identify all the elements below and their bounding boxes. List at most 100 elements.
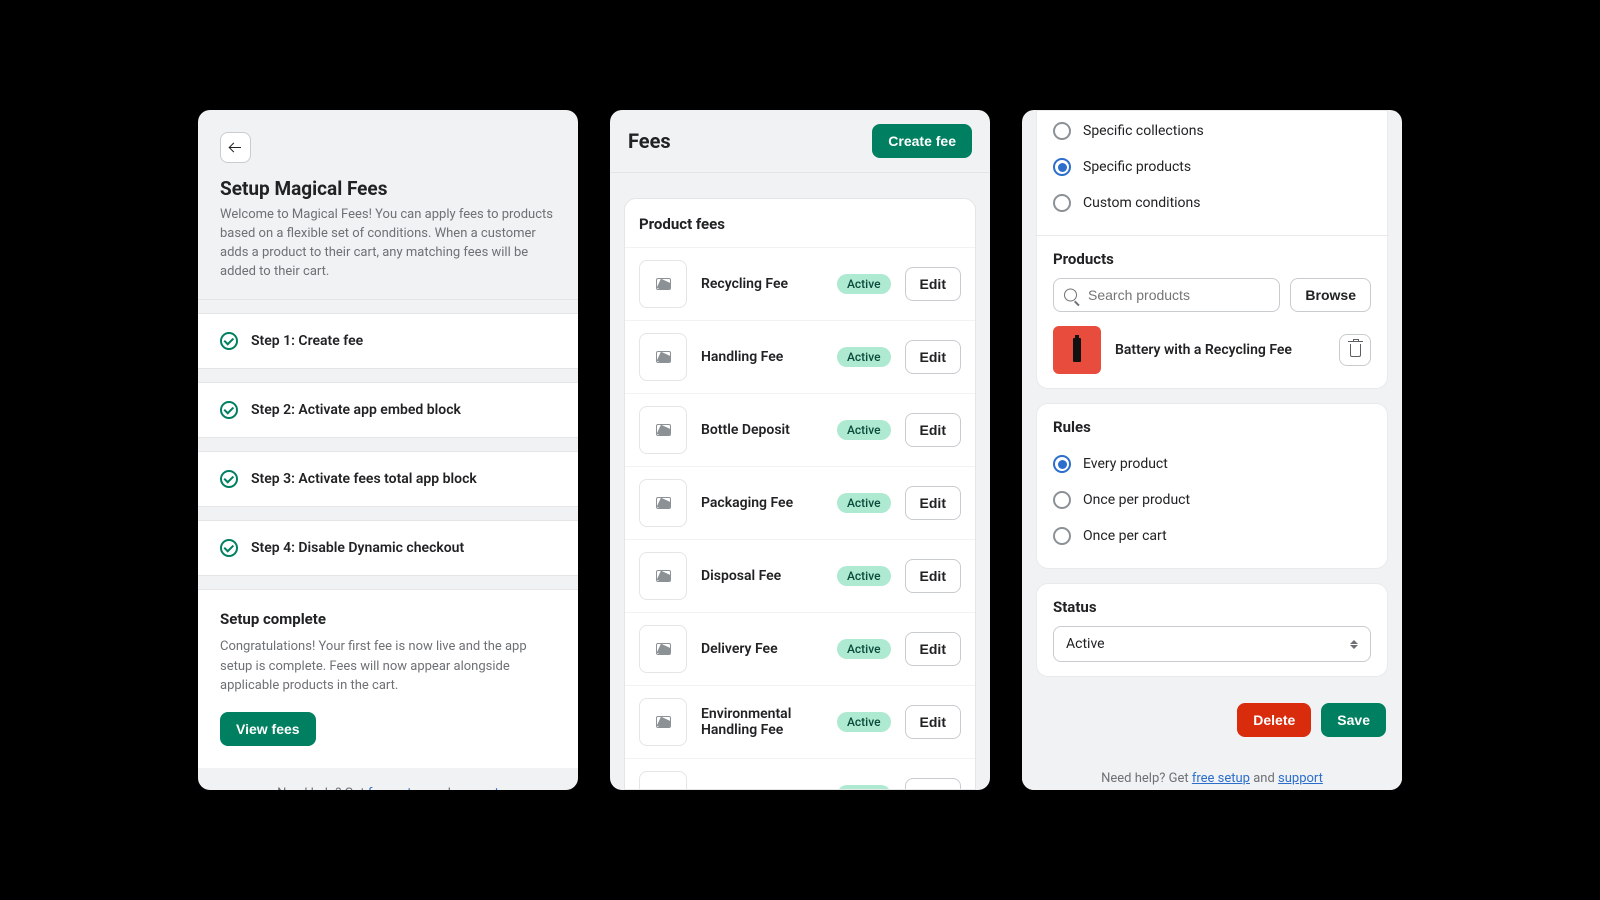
fee-edit-panel: Specific collections Specific products C… [1022,110,1402,790]
search-icon [1064,289,1077,302]
status-badge: Active [837,493,891,513]
status-badge: Active [837,712,891,732]
fee-row: Disposal Fee Active Edit [625,539,975,612]
fee-name: Disposal Fee [701,568,823,584]
status-badge: Active [837,347,891,367]
product-search-input[interactable] [1053,278,1280,312]
radio-icon [1053,122,1071,140]
view-fees-button[interactable]: View fees [220,712,316,746]
radio-icon [1053,527,1071,545]
step-row-3[interactable]: Step 3: Activate fees total app block [198,451,578,507]
product-name: Battery with a Recycling Fee [1115,342,1325,358]
fee-name: Setup Fee [701,787,823,790]
radio-icon [1053,194,1071,212]
save-button[interactable]: Save [1321,703,1386,737]
fee-name: Handling Fee [701,349,823,365]
free-setup-link[interactable]: free setup [368,786,426,790]
remove-product-button[interactable] [1339,334,1371,366]
radio-specific-products[interactable]: Specific products [1053,149,1371,185]
fee-thumbnail [639,698,687,746]
rules-heading: Rules [1053,418,1371,436]
radio-icon [1053,455,1071,473]
selected-product-row: Battery with a Recycling Fee [1053,326,1371,374]
edit-fee-button[interactable]: Edit [905,559,961,593]
status-select[interactable]: Active [1053,626,1371,662]
edit-fee-button[interactable]: Edit [905,705,961,739]
setup-panel: Setup Magical Fees Welcome to Magical Fe… [198,110,578,790]
check-circle-icon [220,332,238,350]
step-row-1[interactable]: Step 1: Create fee [198,313,578,369]
step-label: Step 4: Disable Dynamic checkout [251,540,464,556]
fee-thumbnail [639,406,687,454]
arrow-left-icon [230,142,242,154]
status-card: Status Active [1036,583,1388,677]
fee-thumbnail [639,771,687,790]
setup-title: Setup Magical Fees [220,177,556,200]
step-label: Step 3: Activate fees total app block [251,471,477,487]
product-thumbnail [1053,326,1101,374]
radio-once-per-product[interactable]: Once per product [1053,482,1371,518]
browse-button[interactable]: Browse [1290,278,1371,312]
edit-fee-button[interactable]: Edit [905,486,961,520]
rules-card: Rules Every product Once per product Onc… [1036,403,1388,569]
fee-thumbnail [639,479,687,527]
delete-button[interactable]: Delete [1237,703,1311,737]
fee-thumbnail [639,333,687,381]
section-title: Product fees [625,199,975,247]
free-setup-link[interactable]: free setup [1192,771,1250,786]
fee-row: Delivery Fee Active Edit [625,612,975,685]
radio-label: Every product [1083,456,1168,472]
check-circle-icon [220,470,238,488]
fees-list-panel: Fees Create fee Product fees Recycling F… [610,110,990,790]
fee-name: Packaging Fee [701,495,823,511]
fee-name: Delivery Fee [701,641,823,657]
fee-row: Handling Fee Active Edit [625,320,975,393]
radio-every-product[interactable]: Every product [1053,446,1371,482]
radio-icon [1053,491,1071,509]
radio-label: Once per cart [1083,528,1167,544]
radio-once-per-cart[interactable]: Once per cart [1053,518,1371,554]
step-row-4[interactable]: Step 4: Disable Dynamic checkout [198,520,578,576]
edit-fee-button[interactable]: Edit [905,778,961,790]
back-button[interactable] [220,132,251,163]
image-icon [656,789,671,790]
radio-custom-conditions[interactable]: Custom conditions [1053,185,1371,221]
radio-specific-collections[interactable]: Specific collections [1053,113,1371,149]
edit-fee-button[interactable]: Edit [905,267,961,301]
support-link[interactable]: support [454,786,499,790]
edit-fee-button[interactable]: Edit [905,632,961,666]
edit-fee-button[interactable]: Edit [905,340,961,374]
radio-label: Specific products [1083,159,1191,175]
image-icon [656,643,671,655]
select-caret-icon [1350,640,1358,649]
image-icon [656,278,671,290]
image-icon [656,351,671,363]
status-badge: Active [837,566,891,586]
step-row-2[interactable]: Step 2: Activate app embed block [198,382,578,438]
check-circle-icon [220,539,238,557]
support-link[interactable]: support [1278,771,1323,786]
status-badge: Active [837,274,891,294]
fees-header: Fees Create fee [610,110,990,173]
fee-thumbnail [639,552,687,600]
radio-label: Once per product [1083,492,1190,508]
setup-description: Welcome to Magical Fees! You can apply f… [220,206,556,281]
status-badge: Active [837,639,891,659]
applies-to-card: Specific collections Specific products C… [1036,110,1388,389]
help-text: Need help? Get free setup and support [1022,753,1402,790]
step-label: Step 1: Create fee [251,333,363,349]
fee-row: Recycling Fee Active Edit [625,247,975,320]
image-icon [656,570,671,582]
page-title: Fees [628,129,671,153]
create-fee-button[interactable]: Create fee [872,124,972,158]
fee-row: Packaging Fee Active Edit [625,466,975,539]
edit-fee-button[interactable]: Edit [905,413,961,447]
check-circle-icon [220,401,238,419]
image-icon [656,497,671,509]
fee-thumbnail [639,625,687,673]
radio-label: Specific collections [1083,123,1204,139]
fee-row: Environmental Handling FeeActiveEdit [625,685,975,758]
radio-icon [1053,158,1071,176]
fee-name: Recycling Fee [701,276,823,292]
status-heading: Status [1053,598,1371,616]
